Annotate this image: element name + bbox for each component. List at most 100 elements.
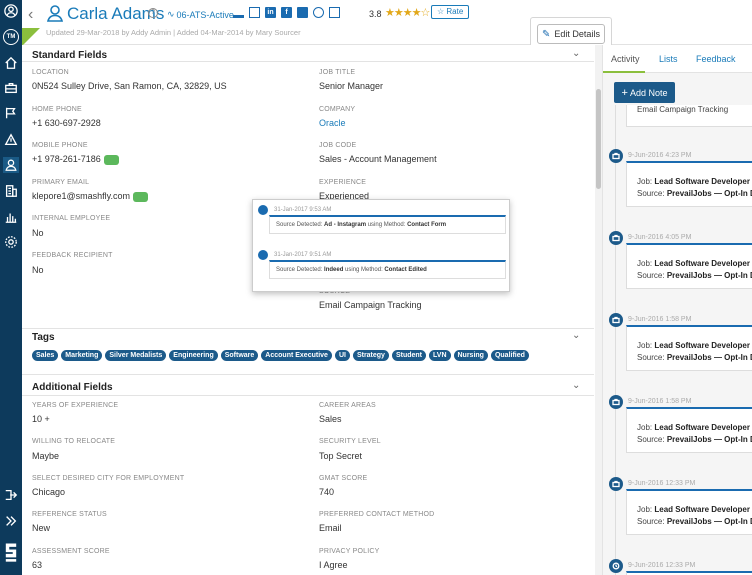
years-experience-value: 10 + [32, 414, 50, 424]
status-label[interactable]: ∿ 06-ATS-Active [167, 9, 234, 20]
activity-date: 9-Jun-2016 4:05 PM [628, 234, 692, 241]
mobile-phone-value: +1 978-261-7186 [32, 154, 101, 164]
security-level-label: SECURITY LEVEL [319, 438, 381, 445]
tag[interactable]: Strategy [352, 350, 389, 361]
source-value: Email Campaign Tracking [319, 300, 422, 310]
tag[interactable]: Software [220, 350, 259, 361]
help-icon[interactable]: ? [148, 8, 158, 18]
activity-date: 9-Jun-2016 1:58 PM [628, 316, 692, 323]
candidate-icon[interactable] [3, 157, 19, 173]
internal-employee-value: No [32, 228, 44, 238]
assessment-score-label: ASSESSMENT SCORE [32, 548, 110, 555]
tab-feedback[interactable]: Feedback [696, 54, 736, 64]
logout-icon[interactable] [3, 487, 19, 503]
briefcase-icon [609, 149, 623, 163]
people-icon[interactable] [233, 7, 244, 18]
plus-icon: + [621, 86, 628, 99]
gmat-value: 740 [319, 487, 335, 497]
mail-icon[interactable] [249, 7, 260, 18]
source-history-popup: 31-Jan-2017 9:53 AM Source Detected: Ad … [252, 199, 510, 292]
activity-text: Email Campaign Tracking [637, 105, 729, 114]
main-scrollbar[interactable] [595, 45, 602, 575]
green-corner-badge [22, 28, 40, 46]
career-areas-label: CAREER AREAS [319, 402, 376, 409]
company-link[interactable]: Oracle [319, 118, 346, 128]
tag[interactable]: Marketing [61, 350, 103, 361]
job-prefix: Job: [637, 423, 653, 432]
popup-prefix: Source Detected: [276, 267, 323, 273]
primary-email-value: klepore1@smashfly.com [32, 191, 131, 201]
source-prefix: Source: [637, 435, 665, 444]
add-note-button[interactable]: + Add Note [614, 82, 675, 103]
left-nav: TM [0, 0, 22, 575]
activity-job: Job: Lead Software Developer ( [637, 423, 752, 432]
chevron-down-icon[interactable]: ⌄ [572, 330, 580, 341]
building-icon[interactable] [3, 183, 19, 199]
source-prefix: Source: [637, 271, 665, 280]
tab-activity[interactable]: Activity [611, 54, 640, 64]
twitter-icon[interactable] [297, 7, 308, 18]
person-icon [46, 4, 64, 24]
desired-city-label: SELECT DESIRED CITY FOR EMPLOYMENT [32, 475, 185, 482]
chevron-down-icon[interactable]: ⌄ [572, 380, 580, 391]
activity-job: Job: Lead Software Developer ( [637, 505, 752, 514]
scrollbar-thumb[interactable] [596, 89, 601, 189]
activity-card[interactable] [626, 571, 752, 575]
facebook-icon[interactable]: f [281, 7, 292, 18]
email-icon[interactable] [133, 191, 149, 202]
divider [22, 328, 594, 329]
tag[interactable]: Qualified [490, 350, 529, 361]
popup-method: Contact Edited [384, 267, 427, 273]
back-chevron-icon[interactable]: ‹ [28, 6, 33, 24]
tag[interactable]: Sales [32, 350, 59, 361]
history-icon [258, 205, 268, 215]
edit-details-button[interactable]: ✎ Edit Details [537, 24, 605, 44]
tag[interactable]: Nursing [453, 350, 488, 361]
tag[interactable]: Engineering [169, 350, 218, 361]
activity-card[interactable]: Email Campaign Tracking [626, 105, 752, 127]
mobile-phone-row: +1 978-261-7186 [32, 154, 119, 165]
flag-icon[interactable] [3, 105, 19, 121]
privacy-policy-label: PRIVACY POLICY [319, 548, 380, 555]
edit-details-label: Edit Details [554, 29, 600, 39]
settings-icon[interactable] [3, 234, 19, 250]
contact-method-value: Email [319, 523, 342, 533]
briefcase-icon[interactable] [3, 80, 19, 96]
job-title: Lead Software Developer ( [654, 341, 752, 350]
rate-label: Rate [446, 7, 464, 16]
linkedin-icon[interactable]: in [265, 7, 276, 18]
chevron-down-icon[interactable]: ⌄ [572, 48, 580, 59]
home-phone-value: +1 630-697-2928 [32, 118, 101, 128]
user-circle-icon[interactable] [3, 3, 19, 19]
tag[interactable]: Silver Medalists [105, 350, 167, 361]
phone-icon[interactable] [103, 154, 119, 165]
tm-icon[interactable]: TM [3, 29, 19, 45]
add-note-label: Add Note [629, 87, 668, 98]
security-level-value: Top Secret [319, 451, 363, 461]
home-icon[interactable] [3, 55, 19, 71]
pencil-icon: ✎ [542, 28, 551, 40]
panel-tabs: Activity Lists Feedback [603, 45, 752, 73]
popup-mid: using Method: [367, 222, 406, 228]
activity-card[interactable]: Job: Lead Software Developer ( Source: P… [626, 407, 752, 453]
tag[interactable]: LVN [429, 350, 451, 361]
tab-lists[interactable]: Lists [659, 54, 678, 64]
document-icon[interactable] [329, 7, 340, 18]
tag[interactable]: UI [334, 350, 350, 361]
source-name: PrevailJobs — Opt-In De [666, 189, 752, 198]
updated-text: Updated 29-Mar-2018 by Addy Admin | Adde… [46, 28, 301, 37]
rate-button[interactable]: ☆ Rate [431, 5, 470, 19]
activity-card[interactable]: Job: Lead Software Developer ( Source: P… [626, 161, 752, 207]
source-name: PrevailJobs — Opt-In De [666, 353, 752, 362]
activity-card[interactable]: Job: Lead Software Developer ( Source: P… [626, 243, 752, 289]
activity-card[interactable]: Job: Lead Software Developer ( Source: P… [626, 325, 752, 371]
tag[interactable]: Student [391, 350, 427, 361]
tag[interactable]: Account Executive [261, 350, 332, 361]
source-prefix: Source: [637, 353, 665, 362]
warning-icon[interactable] [3, 132, 19, 148]
activity-card[interactable]: Job: Lead Software Developer ( Source: P… [626, 489, 752, 535]
popup-card: Source Detected: Ad - Instagram using Me… [269, 215, 506, 234]
expand-icon[interactable] [3, 513, 19, 529]
bar-chart-icon[interactable] [3, 209, 19, 225]
globe-icon[interactable] [313, 7, 324, 18]
